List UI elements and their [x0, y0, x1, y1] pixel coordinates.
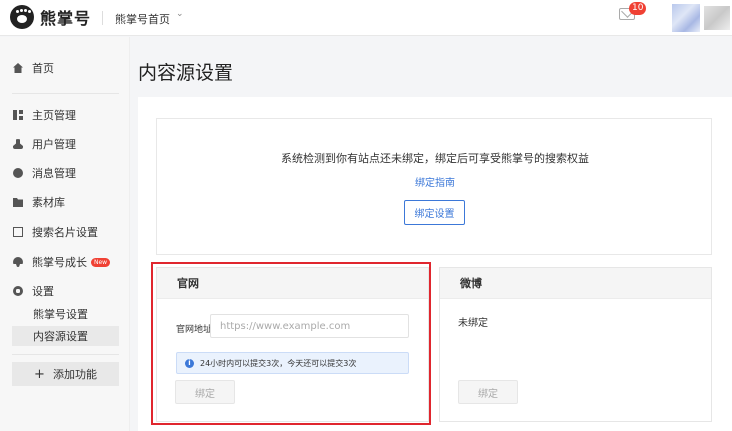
weibo-status: 未绑定	[458, 318, 488, 329]
sidebar-item-user-management[interactable]: 用户管理	[0, 134, 130, 154]
site-bind-button[interactable]: 绑定	[175, 380, 235, 404]
weibo-card: 微博 未绑定 绑定	[439, 267, 712, 422]
bind-settings-button[interactable]: 绑定设置	[404, 200, 465, 225]
bind-guide-link[interactable]: 绑定指南	[157, 174, 713, 189]
sidebar-subitem-label: 内容源设置	[33, 330, 88, 343]
sidebar-item-message-management[interactable]: 消息管理	[0, 163, 130, 183]
info-icon: i	[185, 358, 194, 368]
user-icon	[13, 139, 23, 149]
bind-prompt-text: 系统检测到你有站点还未绑定，绑定后可享受熊掌号的搜索权益	[281, 152, 589, 165]
avatar[interactable]	[672, 4, 700, 32]
sidebar-divider	[12, 354, 119, 355]
sidebar-item-search-card-settings[interactable]: 搜索名片设置	[0, 222, 130, 242]
paw-logo-icon	[10, 5, 34, 29]
chevron-down-icon[interactable]: ⌄	[176, 9, 184, 19]
card-title: 官网	[157, 268, 428, 299]
folder-icon	[13, 198, 23, 207]
sidebar-item-label: 设置	[32, 285, 54, 298]
grid-icon	[13, 110, 23, 120]
official-site-card: 官网 官网地址 i 24小时内可以提交3次，今天还可以提交3次 绑定	[156, 267, 429, 422]
notification-badge: 10	[629, 2, 647, 15]
sidebar-item-label: 首页	[32, 62, 54, 75]
url-label: 官网地址	[176, 325, 213, 335]
sidebar-item-label: 素材库	[32, 196, 65, 209]
sidebar-subitem-account-settings[interactable]: 熊掌号设置	[12, 304, 119, 324]
header-divider	[102, 11, 103, 25]
account-name-blurred[interactable]	[704, 6, 730, 30]
sidebar-item-label: 主页管理	[32, 109, 76, 122]
site-url-input[interactable]	[210, 314, 409, 338]
sidebar-subitem-content-source-settings[interactable]: 内容源设置	[12, 326, 119, 346]
card-title: 微博	[440, 268, 711, 299]
sidebar: 首页 主页管理 用户管理 消息管理 素材库 搜索名片设置 熊掌号成长 New 设…	[0, 37, 130, 431]
notice-text: 24小时内可以提交3次，今天还可以提交3次	[200, 358, 357, 368]
sidebar-item-settings[interactable]: 设置	[0, 281, 130, 301]
sidebar-item-home[interactable]: 首页	[0, 58, 130, 78]
sidebar-item-label: 消息管理	[32, 167, 76, 180]
sidebar-item-label: 熊掌号成长	[32, 256, 87, 269]
logo-text: 熊掌号	[40, 9, 92, 28]
sidebar-item-homepage-management[interactable]: 主页管理	[0, 105, 130, 125]
new-badge: New	[91, 257, 111, 267]
page-title: 内容源设置	[138, 62, 234, 84]
gear-icon	[13, 286, 23, 296]
growth-icon	[13, 257, 23, 267]
top-bar: 熊掌号 熊掌号首页 ⌄ 10	[0, 0, 732, 36]
sidebar-item-growth[interactable]: 熊掌号成长 New	[0, 252, 130, 272]
add-feature-label: 添加功能	[52, 368, 97, 381]
submission-notice: i 24小时内可以提交3次，今天还可以提交3次	[176, 352, 409, 374]
sidebar-divider	[12, 93, 119, 94]
weibo-bind-button[interactable]: 绑定	[458, 380, 518, 404]
sidebar-subitem-label: 熊掌号设置	[33, 308, 88, 321]
sidebar-item-label: 搜索名片设置	[32, 226, 98, 239]
sidebar-item-label: 用户管理	[32, 138, 76, 151]
logo[interactable]: 熊掌号	[10, 5, 91, 29]
card-icon	[13, 227, 23, 237]
plus-icon: +	[34, 366, 45, 382]
bind-prompt-box: 系统检测到你有站点还未绑定，绑定后可享受熊掌号的搜索权益 绑定指南 绑定设置	[156, 118, 712, 255]
sidebar-item-material-library[interactable]: 素材库	[0, 192, 130, 212]
message-icon	[13, 168, 23, 178]
home-nav-link[interactable]: 熊掌号首页	[115, 11, 170, 27]
add-feature-button[interactable]: + 添加功能	[12, 362, 119, 386]
home-icon	[13, 63, 23, 73]
